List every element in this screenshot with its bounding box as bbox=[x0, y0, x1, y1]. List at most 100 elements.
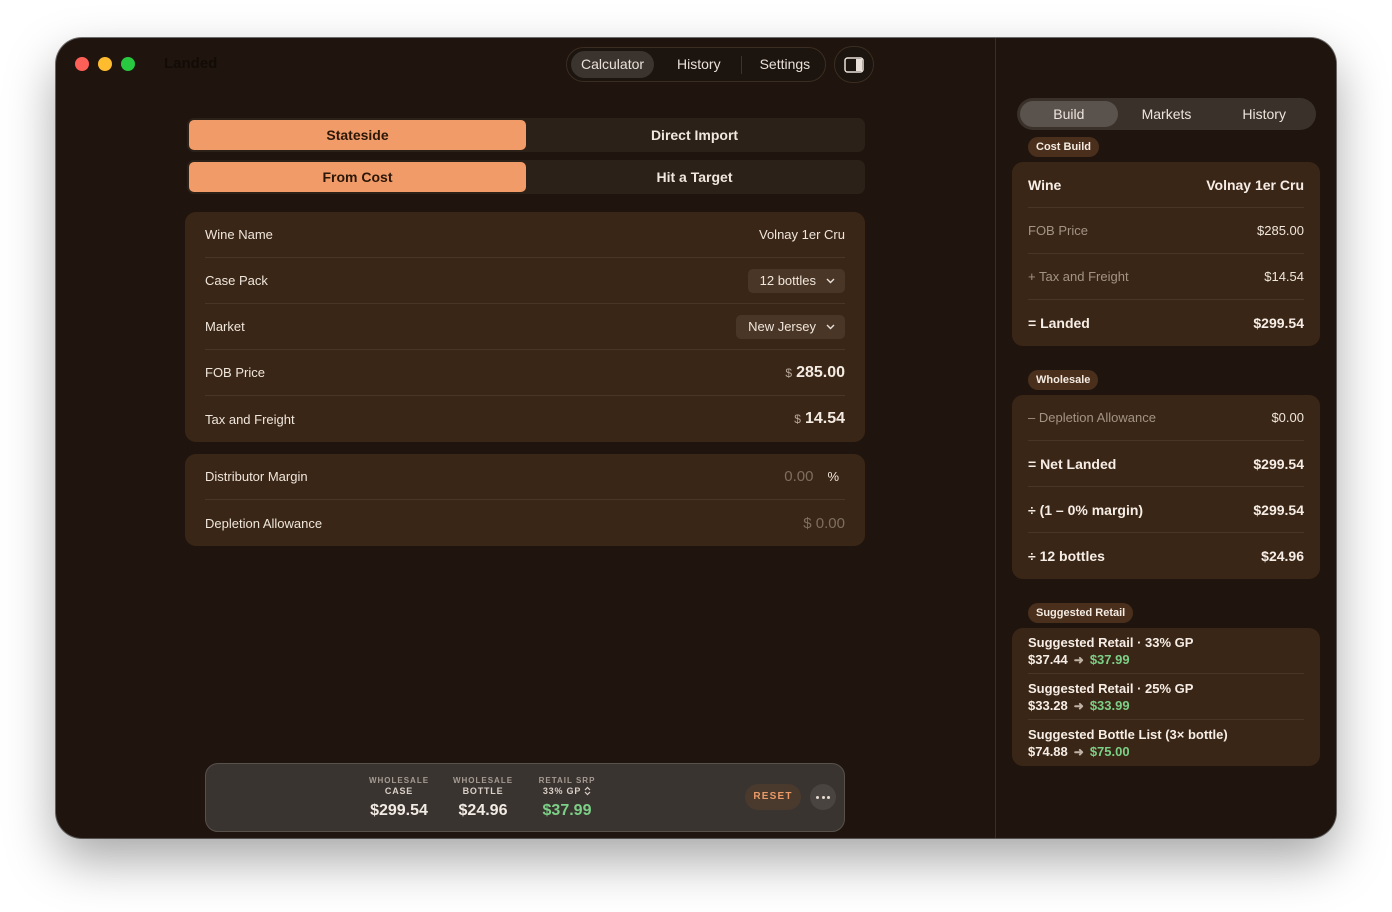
fob-price-field[interactable]: $ 285.00 bbox=[785, 364, 845, 382]
suggestion-prices: $74.88 ➜ $75.00 bbox=[1028, 744, 1304, 759]
tab-calculator[interactable]: Calculator bbox=[571, 51, 655, 78]
mode-direct-import[interactable]: Direct Import bbox=[526, 120, 863, 150]
mode-stateside[interactable]: Stateside bbox=[189, 120, 526, 150]
wholesale-row-label: ÷ 12 bottles bbox=[1028, 548, 1105, 564]
suggested-retail-card: Suggested Retail · 33% GP $37.44 ➜ $37.9… bbox=[1012, 628, 1320, 766]
fob-price-label: FOB Price bbox=[205, 365, 265, 380]
wine-name-label: Wine Name bbox=[205, 227, 273, 242]
direction-hit-target[interactable]: Hit a Target bbox=[526, 162, 863, 192]
retail-srp-stat[interactable]: RETAIL SRP 33% GP $37.99 bbox=[532, 776, 602, 820]
wholesale-row-value: $0.00 bbox=[1271, 410, 1304, 425]
cost-row-value: $14.54 bbox=[1264, 269, 1304, 284]
more-options-button[interactable] bbox=[810, 784, 836, 810]
wine-name-field[interactable]: Volnay 1er Cru bbox=[759, 227, 845, 242]
direction-from-cost[interactable]: From Cost bbox=[189, 162, 526, 192]
fob-price-value: 285.00 bbox=[796, 363, 845, 381]
inspector-tab-build[interactable]: Build bbox=[1020, 101, 1118, 127]
suggested-retail-item: Suggested Retail · 25% GP $33.28 ➜ $33.9… bbox=[1028, 674, 1304, 720]
dot bbox=[816, 795, 819, 799]
stat-sublabel: CASE bbox=[384, 786, 414, 796]
stat-label: WHOLESALE bbox=[368, 776, 430, 785]
inspector-sidebar: Build Markets History Cost Build Wine Vo… bbox=[995, 38, 1336, 838]
suggestion-prices: $37.44 ➜ $37.99 bbox=[1028, 652, 1304, 667]
gp-value: 33% GP bbox=[542, 786, 582, 796]
depletion-allowance-field[interactable]: $ 0.00 bbox=[803, 515, 845, 532]
suggestion-to: $75.00 bbox=[1089, 744, 1130, 759]
wholesale-row: = Net Landed $299.54 bbox=[1028, 441, 1304, 487]
gp-selector[interactable]: 33% GP bbox=[532, 786, 602, 796]
close-window-button[interactable] bbox=[75, 57, 89, 71]
currency-symbol: $ bbox=[785, 365, 793, 380]
tab-settings[interactable]: Settings bbox=[750, 51, 821, 78]
mode-segmented-control: Stateside Direct Import bbox=[187, 118, 865, 152]
tax-freight-field[interactable]: $ 14.54 bbox=[794, 410, 845, 428]
distributor-margin-field[interactable]: 0.00 % bbox=[784, 468, 845, 485]
inspector-tab-markets[interactable]: Markets bbox=[1118, 101, 1216, 127]
depletion-allowance-label: Depletion Allowance bbox=[205, 515, 323, 531]
stat-sublabel: BOTTLE bbox=[462, 786, 504, 796]
fob-price-row: FOB Price $ 285.00 bbox=[205, 350, 845, 396]
cost-row-label: FOB Price bbox=[1028, 223, 1088, 238]
cost-row: + Tax and Freight $14.54 bbox=[1028, 254, 1304, 300]
app-window: Landed Calculator History Settings State… bbox=[56, 38, 1336, 838]
toggle-sidebar-button[interactable] bbox=[834, 46, 874, 83]
depletion-allowance-row: Depletion Allowance $ 0.00 bbox=[205, 500, 845, 546]
adjustments-card: Distributor Margin 0.00 % Depletion Allo… bbox=[185, 454, 865, 546]
cost-row-label: + Tax and Freight bbox=[1028, 269, 1129, 284]
wholesale-case-value: $299.54 bbox=[370, 802, 428, 819]
wholesale-row-label: ÷ (1 – 0% margin) bbox=[1028, 501, 1144, 518]
suggested-retail-item: Suggested Bottle List (3× bottle) $74.88… bbox=[1028, 720, 1304, 766]
suggestion-to: $33.99 bbox=[1089, 698, 1130, 713]
suggestion-prices: $33.28 ➜ $33.99 bbox=[1028, 698, 1304, 713]
inspector-tabs: Build Markets History bbox=[1017, 98, 1316, 130]
currency-symbol: $ bbox=[794, 412, 801, 426]
cost-build-pill: Cost Build bbox=[1028, 137, 1099, 157]
suggestion-from: $37.44 bbox=[1028, 652, 1068, 667]
stat-label: RETAIL SRP bbox=[538, 776, 596, 785]
percent-unit: % bbox=[827, 469, 839, 484]
wholesale-row-label: – Depletion Allowance bbox=[1028, 410, 1156, 425]
cost-build-card: Wine Volnay 1er Cru FOB Price $285.00 + … bbox=[1012, 162, 1320, 346]
wholesale-row-label: = Net Landed bbox=[1028, 455, 1117, 472]
distributor-margin-label: Distributor Margin bbox=[205, 469, 308, 484]
tab-history[interactable]: History bbox=[667, 51, 731, 78]
cost-row-value: $299.54 bbox=[1253, 315, 1304, 331]
dot bbox=[827, 795, 830, 799]
suggestion-title: Suggested Retail · 33% GP bbox=[1028, 635, 1194, 650]
tab-divider bbox=[740, 55, 742, 74]
inputs-card: Wine Name Volnay 1er Cru Case Pack 12 bo… bbox=[185, 212, 865, 442]
zoom-window-button[interactable] bbox=[121, 57, 135, 71]
arrow-right-icon: ➜ bbox=[1073, 698, 1084, 713]
dot bbox=[821, 795, 825, 799]
chevron-down-icon bbox=[826, 278, 835, 283]
suggestion-from: $33.28 bbox=[1028, 698, 1068, 713]
wholesale-card: – Depletion Allowance $0.00 = Net Landed… bbox=[1012, 395, 1320, 579]
cost-row: FOB Price $285.00 bbox=[1028, 208, 1304, 254]
wholesale-row-value: $24.96 bbox=[1261, 548, 1304, 564]
reset-button[interactable]: RESET bbox=[745, 784, 801, 810]
inspector-tab-history[interactable]: History bbox=[1215, 101, 1313, 127]
suggested-retail-pill: Suggested Retail bbox=[1028, 603, 1134, 623]
retail-srp-value: $37.99 bbox=[542, 802, 592, 819]
market-row: Market New Jersey bbox=[205, 304, 845, 350]
cost-row: = Landed $299.54 bbox=[1028, 300, 1304, 346]
market-label: Market bbox=[205, 319, 245, 334]
cost-row: Wine Volnay 1er Cru bbox=[1028, 162, 1304, 208]
wine-name-row: Wine Name Volnay 1er Cru bbox=[205, 212, 845, 258]
minimize-window-button[interactable] bbox=[98, 57, 112, 71]
distributor-margin-row: Distributor Margin 0.00 % bbox=[205, 454, 845, 500]
tax-freight-row: Tax and Freight $ 14.54 bbox=[205, 396, 845, 442]
wholesale-bottle-stat: WHOLESALE BOTTLE $24.96 bbox=[450, 776, 516, 820]
wholesale-row: – Depletion Allowance $0.00 bbox=[1028, 395, 1304, 441]
suggestion-from: $74.88 bbox=[1028, 744, 1068, 759]
case-pack-row: Case Pack 12 bottles bbox=[205, 258, 845, 304]
case-pack-dropdown[interactable]: 12 bottles bbox=[747, 268, 845, 293]
wholesale-row: ÷ 12 bottles $24.96 bbox=[1028, 533, 1304, 579]
wholesale-row-value: $299.54 bbox=[1253, 501, 1304, 518]
suggestion-title: Suggested Retail · 25% GP bbox=[1028, 681, 1194, 696]
cost-row-label: = Landed bbox=[1028, 315, 1090, 331]
sidebar-icon bbox=[844, 56, 864, 73]
cost-row-value: $285.00 bbox=[1257, 223, 1304, 238]
chevron-up-down-icon bbox=[584, 786, 591, 796]
market-dropdown[interactable]: New Jersey bbox=[736, 314, 845, 339]
